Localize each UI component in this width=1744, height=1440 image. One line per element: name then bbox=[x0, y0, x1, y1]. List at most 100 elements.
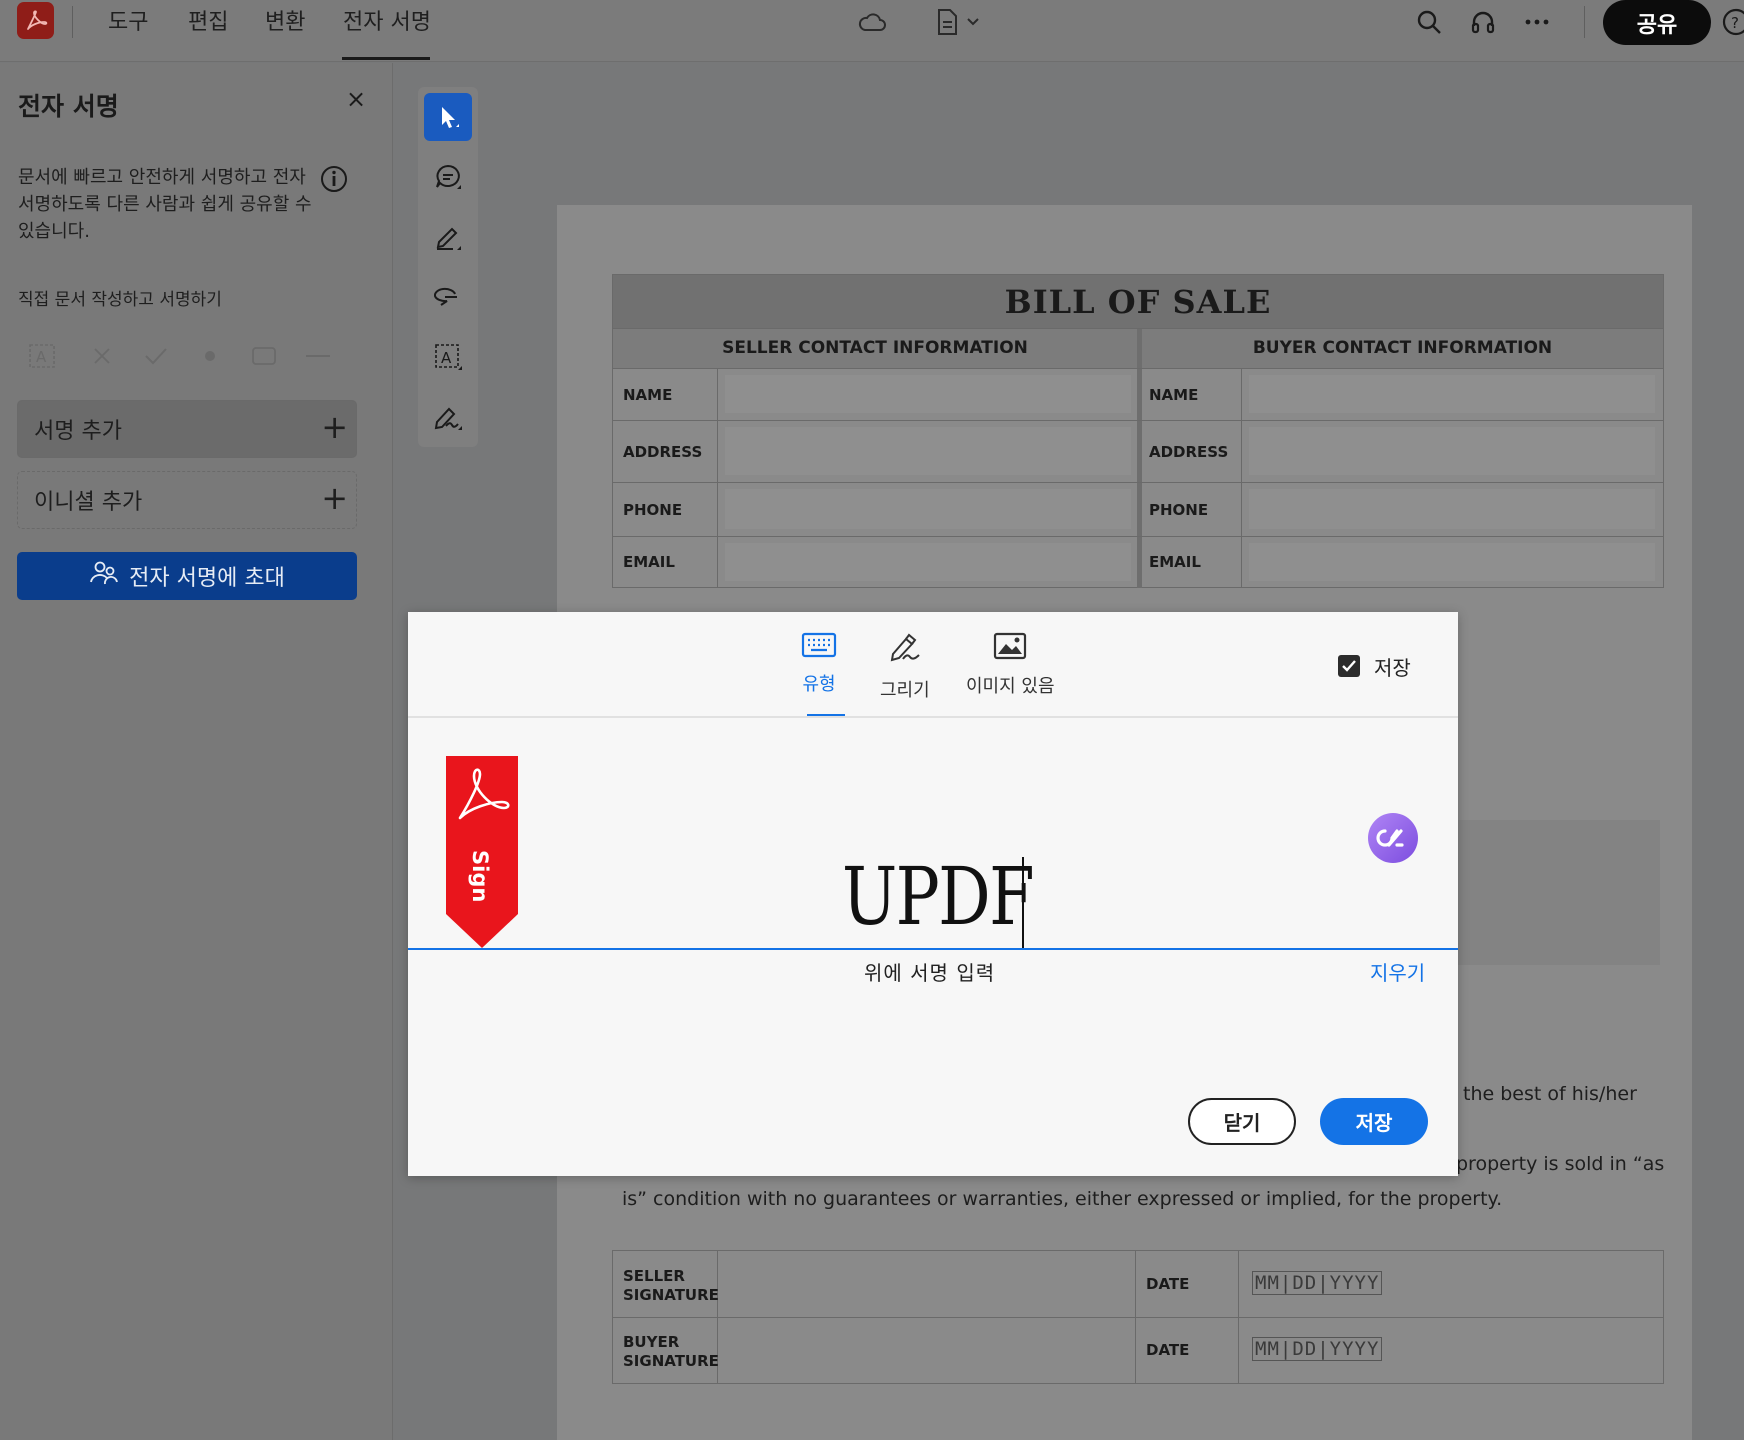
active-menu-indicator bbox=[342, 57, 430, 60]
menu-edit[interactable]: 편집 bbox=[188, 4, 228, 36]
tab-image[interactable]: 이미지 있음 bbox=[966, 632, 1055, 698]
add-initials-label: 이니셜 추가 bbox=[34, 490, 143, 515]
clear-button[interactable]: 지우기 bbox=[1370, 957, 1425, 986]
buyer-email-field[interactable] bbox=[1249, 543, 1655, 581]
line-icon[interactable] bbox=[300, 338, 336, 374]
plus-icon: + bbox=[321, 408, 348, 446]
invite-to-sign-button[interactable]: 전자 서명에 초대 bbox=[17, 552, 357, 600]
save-button[interactable]: 저장 bbox=[1320, 1098, 1428, 1145]
row-line bbox=[613, 328, 1663, 329]
rectangle-icon[interactable] bbox=[246, 338, 282, 374]
svg-text:A: A bbox=[441, 349, 452, 367]
seller-name-field[interactable] bbox=[725, 375, 1131, 413]
close-button[interactable]: 닫기 bbox=[1188, 1098, 1296, 1145]
top-bar: 도구 편집 변환 전자 서명 공유 ? bbox=[0, 0, 1744, 62]
menu-e-sign[interactable]: 전자 서명 bbox=[343, 4, 431, 36]
add-signature-label: 서명 추가 bbox=[34, 419, 122, 444]
tab-draw-label: 그리기 bbox=[880, 680, 930, 701]
save-checkbox-label: 저장 bbox=[1374, 656, 1411, 680]
keyboard-icon bbox=[801, 632, 837, 662]
document-text: the best of his/her bbox=[1463, 1083, 1637, 1105]
ribbon-text: Sign bbox=[468, 850, 492, 902]
sign-ribbon-logo: Sign bbox=[446, 756, 518, 948]
tab-draw[interactable]: 그리기 bbox=[880, 632, 930, 702]
signature-baseline bbox=[408, 948, 1458, 950]
buyer-email-label: EMAIL bbox=[1149, 553, 1201, 571]
cross-mark-icon[interactable] bbox=[84, 338, 120, 374]
check-mark-icon[interactable] bbox=[138, 338, 174, 374]
svg-text:?: ? bbox=[1731, 14, 1739, 32]
row-line bbox=[613, 368, 1663, 369]
form-tools: A bbox=[24, 338, 354, 378]
lasso-icon[interactable] bbox=[424, 273, 472, 321]
text-box-icon[interactable]: A bbox=[424, 333, 472, 381]
seller-phone-field[interactable] bbox=[725, 489, 1131, 529]
seller-date-field[interactable]: MM|DD|YYYY bbox=[1252, 1271, 1383, 1295]
ai-assistant-icon[interactable] bbox=[1368, 813, 1418, 863]
buyer-date-field[interactable]: MM|DD|YYYY bbox=[1252, 1337, 1383, 1361]
buyer-date-label: DATE bbox=[1146, 1341, 1190, 1359]
menu-convert[interactable]: 변환 bbox=[265, 4, 305, 36]
document-text: is” condition with no guarantees or warr… bbox=[622, 1188, 1503, 1210]
search-icon[interactable] bbox=[1411, 4, 1447, 40]
close-icon[interactable]: × bbox=[346, 85, 366, 113]
info-icon[interactable] bbox=[320, 165, 348, 197]
panel-description: 문서에 빠르고 안전하게 서명하고 전자 서명하도록 다른 사람과 쉽게 공유할… bbox=[18, 167, 312, 242]
acrobat-logo-icon[interactable] bbox=[17, 2, 54, 39]
chevron-down-icon[interactable] bbox=[963, 4, 983, 40]
divider bbox=[408, 716, 1458, 718]
tab-type-label: 유형 bbox=[802, 674, 836, 695]
highlight-pen-icon[interactable] bbox=[424, 213, 472, 261]
image-icon bbox=[992, 632, 1028, 664]
document-text: property is sold in “as bbox=[1456, 1153, 1665, 1175]
headset-icon[interactable] bbox=[1465, 4, 1501, 40]
tab-type[interactable]: 유형 bbox=[801, 632, 837, 696]
signature-hint: 위에 서명 입력 bbox=[864, 961, 996, 985]
save-checkbox[interactable] bbox=[1338, 655, 1360, 677]
buyer-phone-field[interactable] bbox=[1249, 489, 1655, 529]
signature-input[interactable]: UPDF bbox=[842, 850, 1035, 943]
panel-subtitle: 직접 문서 작성하고 서명하기 bbox=[18, 290, 222, 310]
text-field-icon[interactable]: A bbox=[24, 338, 60, 374]
menu-tools[interactable]: 도구 bbox=[108, 4, 148, 36]
seller-name-label: NAME bbox=[623, 386, 673, 404]
seller-email-label: EMAIL bbox=[623, 553, 675, 571]
help-icon[interactable]: ? bbox=[1722, 4, 1744, 40]
more-icon[interactable] bbox=[1519, 4, 1555, 40]
panel-title: 전자 서명 bbox=[18, 92, 119, 121]
e-sign-panel: 전자 서명 × 문서에 빠르고 안전하게 서명하고 전자 서명하도록 다른 사람… bbox=[0, 63, 393, 1440]
dot-icon[interactable] bbox=[192, 338, 228, 374]
seller-date-label: DATE bbox=[1146, 1275, 1190, 1293]
seller-address-label: ADDRESS bbox=[623, 443, 703, 461]
bill-of-sale-table: BILL OF SALE SELLER CONTACT INFORMATION … bbox=[612, 274, 1664, 588]
seller-address-field[interactable] bbox=[725, 427, 1131, 475]
add-initials-button[interactable]: 이니셜 추가 + bbox=[17, 471, 357, 529]
plus-icon: + bbox=[321, 479, 348, 517]
buyer-address-field[interactable] bbox=[1249, 427, 1655, 475]
seller-header: SELLER CONTACT INFORMATION bbox=[613, 328, 1137, 368]
select-cursor-icon[interactable] bbox=[424, 93, 472, 141]
svg-text:A: A bbox=[36, 348, 47, 366]
buyer-header: BUYER CONTACT INFORMATION bbox=[1142, 328, 1663, 368]
buyer-name-field[interactable] bbox=[1249, 375, 1655, 413]
buyer-phone-label: PHONE bbox=[1149, 501, 1209, 519]
text-caret bbox=[1022, 857, 1024, 949]
draw-pen-icon bbox=[887, 632, 923, 668]
document-icon[interactable] bbox=[929, 4, 965, 40]
share-button[interactable]: 공유 bbox=[1603, 0, 1711, 45]
tab-image-label: 이미지 있음 bbox=[966, 676, 1055, 697]
seller-email-field[interactable] bbox=[725, 543, 1131, 581]
buyer-name-label: NAME bbox=[1149, 386, 1199, 404]
divider bbox=[1584, 6, 1585, 38]
row-line bbox=[613, 1317, 1663, 1318]
add-signature-button[interactable]: 서명 추가 + bbox=[17, 400, 357, 458]
signature-dialog: 유형 그리기 이미지 있음 저장 Sign UPDF 위에 서명 입력 지우기 … bbox=[408, 612, 1458, 1176]
vertical-toolbar: A bbox=[418, 87, 478, 447]
col-line bbox=[1135, 1251, 1136, 1383]
column-divider bbox=[1137, 328, 1142, 588]
row-line bbox=[613, 536, 1663, 537]
sign-pen-icon[interactable] bbox=[424, 393, 472, 441]
buyer-signature-label: BUYER SIGNATURE bbox=[623, 1333, 719, 1370]
comment-icon[interactable] bbox=[424, 153, 472, 201]
cloud-icon[interactable] bbox=[854, 4, 890, 40]
